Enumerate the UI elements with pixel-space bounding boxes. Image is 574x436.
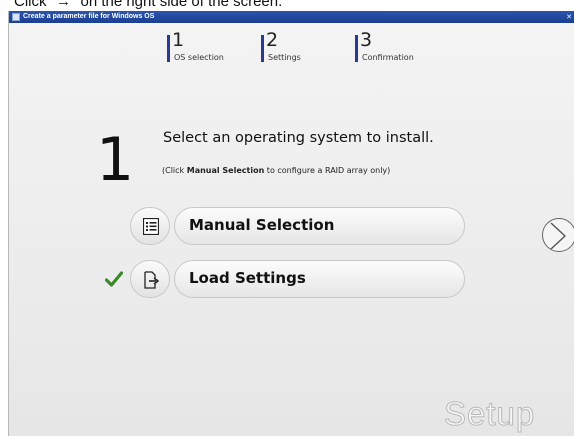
step-number: 1 [172, 29, 185, 51]
load-settings-label: Load Settings [189, 269, 306, 287]
step-settings: 2 Settings [254, 26, 348, 66]
step-marker [167, 35, 170, 62]
next-arrow-button[interactable] [542, 218, 574, 252]
close-icon[interactable]: ✕ [565, 13, 573, 21]
window-title: Create a parameter file for Windows OS [23, 13, 155, 20]
step-number: 2 [266, 29, 279, 51]
step-confirmation: 3 Confirmation [348, 26, 442, 66]
step-marker [261, 35, 264, 62]
current-step-number: 1 [96, 125, 135, 195]
step-os-selection: 1 OS selection [160, 26, 254, 66]
chevron-right-icon [550, 222, 567, 250]
list-icon[interactable] [130, 207, 170, 245]
checkmark-icon [105, 271, 123, 287]
step-label: OS selection [174, 53, 224, 62]
app-icon [12, 13, 20, 21]
title-bar: Create a parameter file for Windows OS ✕ [9, 11, 574, 23]
load-settings-option[interactable]: Load Settings [130, 260, 465, 298]
page-heading: Select an operating system to install. [163, 130, 434, 146]
step-number: 3 [360, 29, 373, 51]
instruction-caption-text: Click "→" on the right side of the scree… [14, 0, 283, 10]
step-label: Confirmation [362, 53, 414, 62]
load-settings-button[interactable]: Load Settings [174, 260, 465, 298]
step-indicator: 1 OS selection 2 Settings 3 Confirmation [160, 26, 442, 66]
setup-watermark: Setup [443, 395, 536, 433]
step-marker [355, 35, 358, 62]
manual-selection-label: Manual Selection [189, 216, 335, 234]
raid-note-suffix: to configure a RAID array only) [264, 166, 391, 175]
raid-note-prefix: (Click [162, 166, 187, 175]
manual-selection-button[interactable]: Manual Selection [174, 207, 465, 245]
load-file-icon[interactable] [130, 260, 170, 298]
manual-selection-option[interactable]: Manual Selection [130, 207, 465, 245]
step-label: Settings [268, 53, 301, 62]
raid-note-bold: Manual Selection [186, 166, 265, 175]
raid-note: (Click Manual Selection to configure a R… [162, 166, 390, 175]
